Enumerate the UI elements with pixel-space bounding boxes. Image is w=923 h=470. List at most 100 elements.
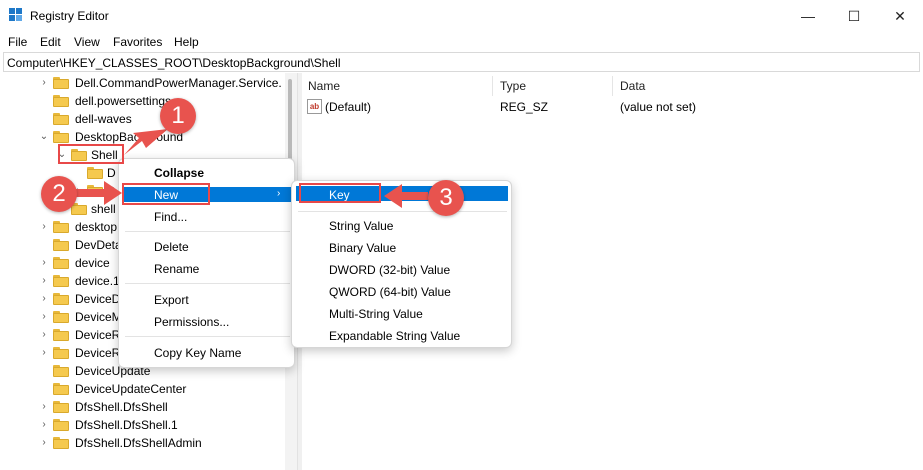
expand-icon[interactable]: › (39, 275, 49, 287)
collapse-icon[interactable]: ⌄ (39, 131, 49, 143)
folder-icon (53, 275, 69, 287)
expand-icon[interactable]: › (39, 293, 49, 305)
menu-edit[interactable]: Edit (40, 35, 61, 49)
column-type[interactable]: Type (500, 79, 526, 93)
folder-icon (53, 131, 69, 143)
menu-item-find[interactable]: Find... (154, 210, 187, 224)
tree-item-label: dell-waves (75, 112, 132, 126)
menu-divider (125, 283, 290, 284)
minimize-button[interactable]: — (785, 0, 831, 32)
submenu-arrow-icon: › (277, 188, 281, 199)
submenu-item-binary-value[interactable]: Binary Value (329, 241, 396, 255)
submenu-item-string-value[interactable]: String Value (329, 219, 393, 233)
tree-item[interactable]: DeviceUpdateCenter (3, 380, 293, 398)
tree-item-desktopbackground[interactable]: ⌄ DesktopBackground (3, 128, 293, 146)
value-name[interactable]: (Default) (325, 100, 371, 114)
folder-icon (53, 239, 69, 251)
menu-item-permissions[interactable]: Permissions... (154, 315, 229, 329)
folder-icon (53, 95, 69, 107)
menu-item-delete[interactable]: Delete (154, 240, 189, 254)
tree-item-label: DfsShell.DfsShell (75, 400, 168, 414)
folder-icon (53, 329, 69, 341)
menu-item-export[interactable]: Export (154, 293, 189, 307)
expand-icon[interactable]: › (39, 419, 49, 431)
menu-item-rename[interactable]: Rename (154, 262, 199, 276)
submenu-item-dword-value[interactable]: DWORD (32-bit) Value (329, 263, 450, 277)
close-button[interactable]: ✕ (877, 0, 923, 32)
tree-item-label: shell (91, 202, 116, 216)
expand-icon[interactable]: › (39, 77, 49, 89)
tree-item-label: DeviceD (75, 292, 121, 306)
tree-item[interactable]: › DfsShell.DfsShellAdmin (3, 434, 293, 452)
menu-favorites[interactable]: Favorites (113, 35, 162, 49)
folder-icon (53, 293, 69, 305)
menu-item-copy-key-name[interactable]: Copy Key Name (154, 346, 241, 360)
menu-divider (298, 211, 507, 212)
expand-icon[interactable]: › (39, 257, 49, 269)
folder-icon (53, 113, 69, 125)
expand-icon[interactable]: › (39, 401, 49, 413)
tree-item[interactable]: › DfsShell.DfsShell (3, 398, 293, 416)
tree-item-label: DeviceR (75, 346, 121, 360)
menu-item-collapse[interactable]: Collapse (154, 166, 204, 180)
folder-icon (53, 257, 69, 269)
tree-item-label: D (107, 166, 116, 180)
title-bar: Registry Editor — ☐ ✕ (0, 0, 923, 32)
window-title: Registry Editor (30, 9, 109, 23)
close-icon: ✕ (894, 7, 906, 24)
tree-item-label: device (75, 256, 110, 270)
folder-icon (87, 167, 103, 179)
tree-item-label: D (107, 184, 116, 198)
tree-item[interactable]: › Dell.CommandPowerManager.Service. (3, 74, 293, 92)
tree-item[interactable]: › DfsShell.DfsShell.1 (3, 416, 293, 434)
value-type: REG_SZ (500, 100, 549, 114)
folder-icon (53, 365, 69, 377)
menu-divider (125, 336, 290, 337)
tree-item-label: DeviceM (75, 310, 122, 324)
submenu-item-expandable-string-value[interactable]: Expandable String Value (329, 329, 460, 343)
maximize-button[interactable]: ☐ (831, 0, 877, 32)
step-callout-3: 3 (428, 180, 464, 216)
highlight-box-new (122, 183, 210, 205)
expand-icon[interactable]: › (39, 221, 49, 233)
minimize-icon: — (801, 8, 815, 24)
tree-item[interactable]: dell-waves (3, 110, 293, 128)
tree-item-label: desktop (75, 220, 118, 234)
folder-icon (87, 185, 103, 197)
address-bar[interactable]: Computer\HKEY_CLASSES_ROOT\DesktopBackgr… (3, 52, 920, 72)
menu-bar: File Edit View Favorites Help (0, 32, 923, 52)
string-value-icon: ab (307, 99, 322, 114)
address-path: Computer\HKEY_CLASSES_ROOT\DesktopBackgr… (7, 56, 341, 70)
tree-item-label: DfsShell.DfsShell.1 (75, 418, 178, 432)
column-data[interactable]: Data (620, 79, 645, 93)
expand-icon[interactable]: › (39, 437, 49, 449)
tree-item-label: Dell.CommandPowerManager.Service. (75, 76, 282, 90)
tree-item-label: DfsShell.DfsShellAdmin (75, 436, 202, 450)
expand-icon[interactable]: › (39, 347, 49, 359)
tree-item-label: device.1 (75, 274, 120, 288)
expand-icon[interactable]: › (39, 311, 49, 323)
folder-icon (53, 401, 69, 413)
step-callout-1: 1 (160, 98, 196, 134)
registry-editor-icon (9, 8, 23, 22)
column-separator[interactable] (492, 76, 493, 96)
expand-icon[interactable]: › (39, 329, 49, 341)
new-submenu: Key String Value Binary Value DWORD (32-… (291, 180, 512, 348)
column-separator[interactable] (612, 76, 613, 96)
menu-help[interactable]: Help (174, 35, 199, 49)
folder-icon (53, 437, 69, 449)
tree-item-label: DeviceUpdateCenter (75, 382, 187, 396)
folder-icon (53, 383, 69, 395)
tree-item[interactable]: dell.powersettings (3, 92, 293, 110)
submenu-item-multi-string-value[interactable]: Multi-String Value (329, 307, 423, 321)
folder-icon (53, 347, 69, 359)
step-callout-2: 2 (41, 176, 77, 212)
submenu-item-qword-value[interactable]: QWORD (64-bit) Value (329, 285, 451, 299)
maximize-icon: ☐ (847, 7, 861, 24)
menu-file[interactable]: File (8, 35, 27, 49)
column-name[interactable]: Name (308, 79, 340, 93)
value-data: (value not set) (620, 100, 697, 114)
menu-view[interactable]: View (74, 35, 100, 49)
tree-item-label: DesktopBackground (75, 130, 184, 144)
folder-icon (53, 77, 69, 89)
